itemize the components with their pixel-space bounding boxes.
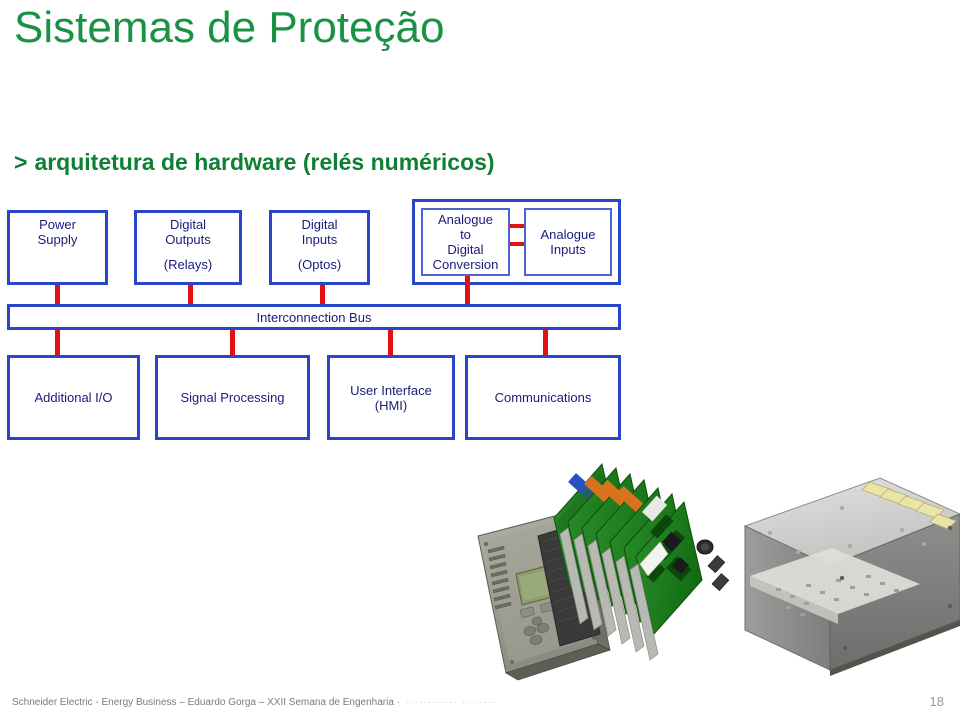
connector-analogue-to-bus xyxy=(465,276,470,305)
diagram-block-digital-inputs: Digital Inputs (Optos) xyxy=(269,210,370,285)
page-subtitle-text: arquitetura de hardware (relés numéricos… xyxy=(34,149,495,175)
block-line-1: Additional I/O xyxy=(34,390,113,405)
diagram-block-additional-io: Additional I/O xyxy=(7,355,140,440)
block-line-3: Digital xyxy=(447,242,484,257)
diagram-block-digital-outputs: Digital Outputs (Relays) xyxy=(134,210,242,285)
block-line-1: Analogue xyxy=(438,212,493,227)
bullet-marker-icon: > xyxy=(14,149,28,175)
connector-bus-to-signal-processing xyxy=(230,330,235,355)
block-line-1: Signal Processing xyxy=(180,390,285,405)
slide-number: 18 xyxy=(929,694,944,709)
connector-analogue-lower xyxy=(510,242,524,246)
footer: Schneider Electric - Energy Business – E… xyxy=(12,697,496,709)
diagram-block-user-interface: User Interface (HMI) xyxy=(327,355,455,440)
block-line-2: to xyxy=(460,227,471,242)
block-line-2: Outputs xyxy=(165,232,211,247)
block-line-4: Conversion xyxy=(432,257,499,272)
bus-label: Interconnection Bus xyxy=(256,309,372,325)
connector-bus-to-additional-io xyxy=(55,330,60,355)
relay-circuit-board-stack xyxy=(537,462,730,661)
connector-power-supply-to-bus xyxy=(55,285,60,305)
block-line-1: Digital xyxy=(301,217,338,232)
page-title: Sistemas de Proteção xyxy=(14,3,445,52)
connector-digital-outputs-to-bus xyxy=(188,285,193,305)
block-line-1: Digital xyxy=(169,217,207,232)
block-line-2: Inputs xyxy=(550,242,586,257)
diagram-block-power-supply: Power Supply xyxy=(7,210,108,285)
connector-bus-to-communications xyxy=(543,330,548,355)
block-sub-line: (Relays) xyxy=(163,257,213,272)
hardware-architecture-diagram: Power Supply Digital Outputs (Relays) Di… xyxy=(0,190,640,450)
block-line-1: Analogue xyxy=(540,227,596,242)
connector-digital-inputs-to-bus xyxy=(320,285,325,305)
page-subtitle: > arquitetura de hardware (relés numérico… xyxy=(14,148,495,176)
relay-exploded-view-image xyxy=(450,448,960,700)
connector-bus-to-user-interface xyxy=(388,330,393,355)
diagram-block-analogue-to-digital-conversion: Analogue to Digital Conversion xyxy=(421,208,510,276)
diagram-block-analogue-inputs: Analogue Inputs xyxy=(524,208,612,276)
connector-analogue-upper xyxy=(510,224,524,228)
block-line-2: Supply xyxy=(37,232,78,247)
block-line-1: Power xyxy=(39,217,76,232)
block-line-1: Communications xyxy=(494,390,592,405)
diagram-interconnection-bus: Interconnection Bus xyxy=(7,304,621,330)
diagram-block-communications: Communications xyxy=(465,355,621,440)
block-line-2: Inputs xyxy=(301,232,338,247)
diagram-block-signal-processing: Signal Processing xyxy=(155,355,310,440)
footer-text: Schneider Electric - Energy Business – E… xyxy=(12,697,400,708)
block-line-1: User Interface xyxy=(350,382,432,398)
block-sub-line: (Optos) xyxy=(297,257,342,272)
relay-metal-case xyxy=(743,477,960,676)
footer-faded-tail: ············ ········ xyxy=(406,697,497,708)
block-line-2: (HMI) xyxy=(374,397,408,413)
